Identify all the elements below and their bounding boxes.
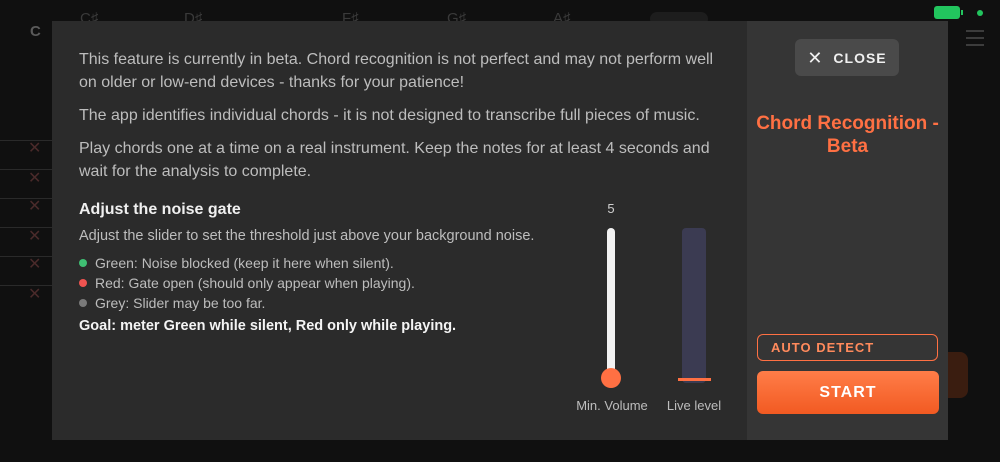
noise-gate-title: Adjust the noise gate [79,201,241,218]
start-button[interactable]: START [757,371,939,414]
live-level-meter [682,228,706,383]
side-panel: ✕ CLOSE Chord Recognition - Beta AUTO DE… [747,21,948,440]
live-level-label: Live level [666,398,722,413]
green-dot-icon [79,259,87,267]
noise-gate-goal: Goal: meter Green while silent, Red only… [79,318,457,334]
status-dot-icon [977,10,983,16]
live-level-threshold-line [678,378,711,381]
grey-dot-icon [79,299,87,307]
usage-instructions: Play chords one at a time on a real inst… [79,140,710,180]
background-button-edge [948,352,968,398]
background-cross-icon: ✕ [28,170,42,187]
legend-item-red: Red: Gate open (should only appear when … [79,273,415,293]
background-cross-icon: ✕ [28,286,42,303]
dialog-title: Chord Recognition - Beta [756,113,939,157]
min-volume-slider-thumb[interactable] [601,368,621,388]
close-button[interactable]: ✕ CLOSE [795,39,899,76]
legend-item-label: Red: Gate open (should only appear when … [95,275,415,291]
close-icon: ✕ [807,47,824,68]
background-cross-icon: ✕ [28,228,42,245]
menu-icon [966,30,984,51]
scope-notice: The app identifies individual chords - i… [79,107,700,124]
background-cross-icon: ✕ [28,198,42,215]
noise-gate-legend: Green: Noise blocked (keep it here when … [79,253,415,313]
legend-item-green: Green: Noise blocked (keep it here when … [79,253,415,273]
legend-item-grey: Grey: Slider may be too far. [79,293,415,313]
chord-recognition-dialog: This feature is currently in beta. Chord… [52,21,948,440]
dialog-content: This feature is currently in beta. Chord… [52,21,747,440]
background-cross-icon: ✕ [28,140,42,157]
beta-notice: This feature is currently in beta. Chord… [79,51,714,91]
close-button-label: CLOSE [833,49,887,66]
noise-gate-instruction: Adjust the slider to set the threshold j… [79,228,535,244]
background-cross-icon: ✕ [28,256,42,273]
min-volume-slider-track[interactable] [607,228,615,378]
slider-value: 5 [607,201,615,216]
background-key-label: C [30,23,41,40]
auto-detect-button[interactable]: AUTO DETECT [757,334,938,361]
battery-icon [934,6,963,19]
legend-item-label: Green: Noise blocked (keep it here when … [95,255,394,271]
background-staff-lines [0,140,52,314]
legend-item-label: Grey: Slider may be too far. [95,295,266,311]
red-dot-icon [79,279,87,287]
min-volume-label: Min. Volume [576,398,648,413]
